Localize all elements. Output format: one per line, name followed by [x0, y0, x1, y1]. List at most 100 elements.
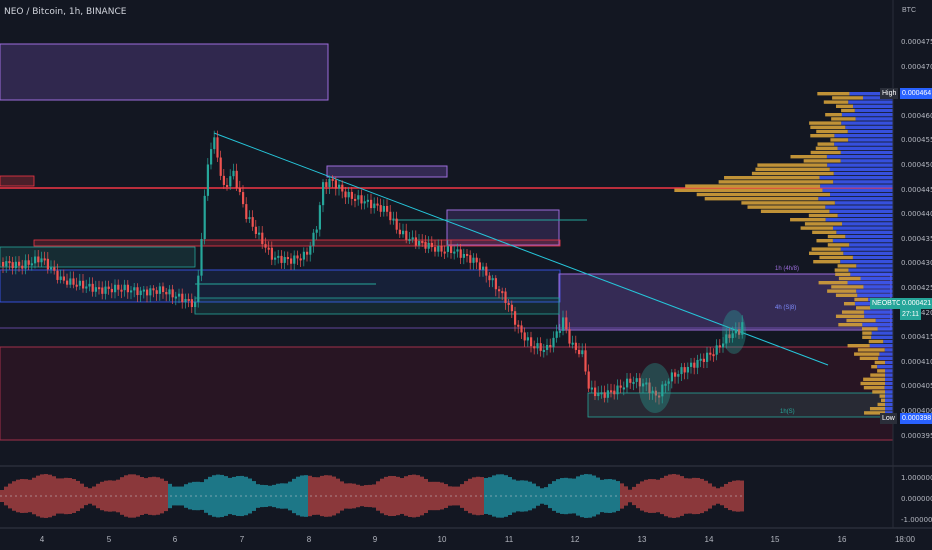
- candle-body: [491, 278, 494, 281]
- candle-body: [312, 232, 315, 246]
- candle-body: [126, 284, 129, 293]
- volume-bar-blue: [885, 390, 893, 394]
- candle-body: [283, 257, 286, 263]
- volume-bar-blue: [884, 348, 893, 352]
- candle-body: [232, 170, 235, 177]
- candle-body: [603, 392, 606, 398]
- candle-body: [226, 184, 229, 187]
- candle-body: [357, 195, 360, 200]
- candle-body: [565, 317, 568, 330]
- volume-bar-orange: [869, 407, 885, 411]
- supply-zone-top: [0, 43, 329, 101]
- time-tick: 15: [770, 535, 780, 544]
- volume-bar-orange: [808, 213, 838, 218]
- candle-body: [43, 258, 46, 261]
- volume-bar-blue: [833, 171, 893, 176]
- candle-body: [235, 170, 238, 188]
- candle-body: [56, 270, 59, 280]
- candle-body: [24, 260, 27, 269]
- green-zone-bottom: [587, 392, 894, 418]
- volume-bar-orange: [843, 302, 855, 306]
- last-symbol: NEOBTC: [870, 298, 904, 309]
- symbol-title[interactable]: NEO / Bitcoin, 1h, BINANCE: [4, 7, 126, 17]
- candle-body: [197, 275, 200, 302]
- time-tick: 9: [372, 535, 378, 544]
- price-tick: 0.000460: [901, 111, 932, 120]
- candle-body: [482, 266, 485, 270]
- candle-body: [670, 372, 673, 382]
- volume-bar-orange: [823, 100, 849, 104]
- volume-bar-orange: [790, 155, 827, 159]
- time-tick: 18:00: [894, 535, 916, 544]
- candle-body: [392, 218, 395, 221]
- candle-body: [674, 372, 677, 377]
- candle-body: [162, 286, 165, 292]
- volume-bar-blue: [847, 129, 893, 134]
- candle-body: [440, 245, 443, 252]
- candle-body: [34, 256, 37, 264]
- candle-body: [149, 288, 152, 296]
- candle-body: [370, 199, 373, 209]
- volume-bar-orange: [815, 146, 838, 150]
- candle-body: [94, 287, 97, 292]
- candle-body: [581, 350, 584, 355]
- time-tick: 10: [437, 535, 447, 544]
- volume-bar-orange: [747, 205, 826, 209]
- highlight-circle-high: [722, 310, 746, 354]
- countdown-timer: 27:11: [900, 309, 921, 320]
- candle-body: [123, 284, 126, 291]
- candle-body: [53, 267, 56, 271]
- volume-bar-orange: [854, 352, 880, 356]
- candle-body: [382, 205, 385, 212]
- candle-body: [254, 226, 257, 234]
- candle-body: [251, 217, 254, 227]
- volume-bar-blue: [877, 365, 893, 369]
- time-tick: 14: [704, 535, 714, 544]
- candle-body: [434, 247, 437, 252]
- volume-bar-blue: [840, 260, 893, 264]
- candle-body: [168, 289, 171, 295]
- volume-bar-orange: [827, 289, 857, 293]
- time-tick: 11: [504, 535, 514, 544]
- oscillator-tick: 0.000000: [901, 495, 932, 503]
- candle-body: [568, 329, 571, 344]
- oscillator-series: [0, 474, 744, 518]
- candle-body: [437, 245, 440, 252]
- volume-bar-blue: [833, 226, 893, 230]
- time-tick: 16: [837, 535, 847, 544]
- price-tick: 0.000455: [901, 136, 932, 145]
- candle-body: [78, 280, 81, 286]
- chart-canvas[interactable]: [0, 0, 932, 550]
- candle-body: [98, 287, 101, 290]
- volume-bar-blue: [841, 121, 893, 125]
- candle-body: [40, 258, 43, 263]
- candle-body: [171, 289, 174, 298]
- volume-bar-orange: [760, 209, 830, 213]
- candle-body: [8, 261, 11, 264]
- volume-bar-orange: [816, 239, 833, 243]
- volume-bar-blue: [879, 352, 893, 356]
- candle-body: [338, 184, 341, 189]
- candle-body: [238, 187, 241, 193]
- price-tick: 0.000450: [901, 161, 932, 169]
- volume-bar-orange: [859, 356, 879, 360]
- candle-body: [261, 232, 264, 245]
- volume-bar-blue: [829, 167, 893, 171]
- candle-body: [88, 283, 91, 287]
- candle-body: [632, 381, 635, 384]
- volume-bar-orange: [837, 264, 857, 268]
- candle-body: [302, 251, 305, 260]
- candle-body: [574, 342, 577, 350]
- volume-bar-blue: [829, 209, 893, 213]
- volume-bar-orange: [790, 218, 826, 222]
- candle-body: [101, 287, 104, 294]
- candle-body: [498, 289, 501, 292]
- volume-bar-blue: [863, 310, 893, 314]
- volume-bar-orange: [718, 180, 834, 184]
- volume-bar-blue: [840, 247, 893, 251]
- volume-bar-orange: [810, 134, 835, 138]
- volume-bar-orange: [881, 398, 885, 402]
- volume-bar-orange: [831, 117, 856, 121]
- candle-body: [187, 298, 190, 301]
- candle-body: [542, 349, 545, 352]
